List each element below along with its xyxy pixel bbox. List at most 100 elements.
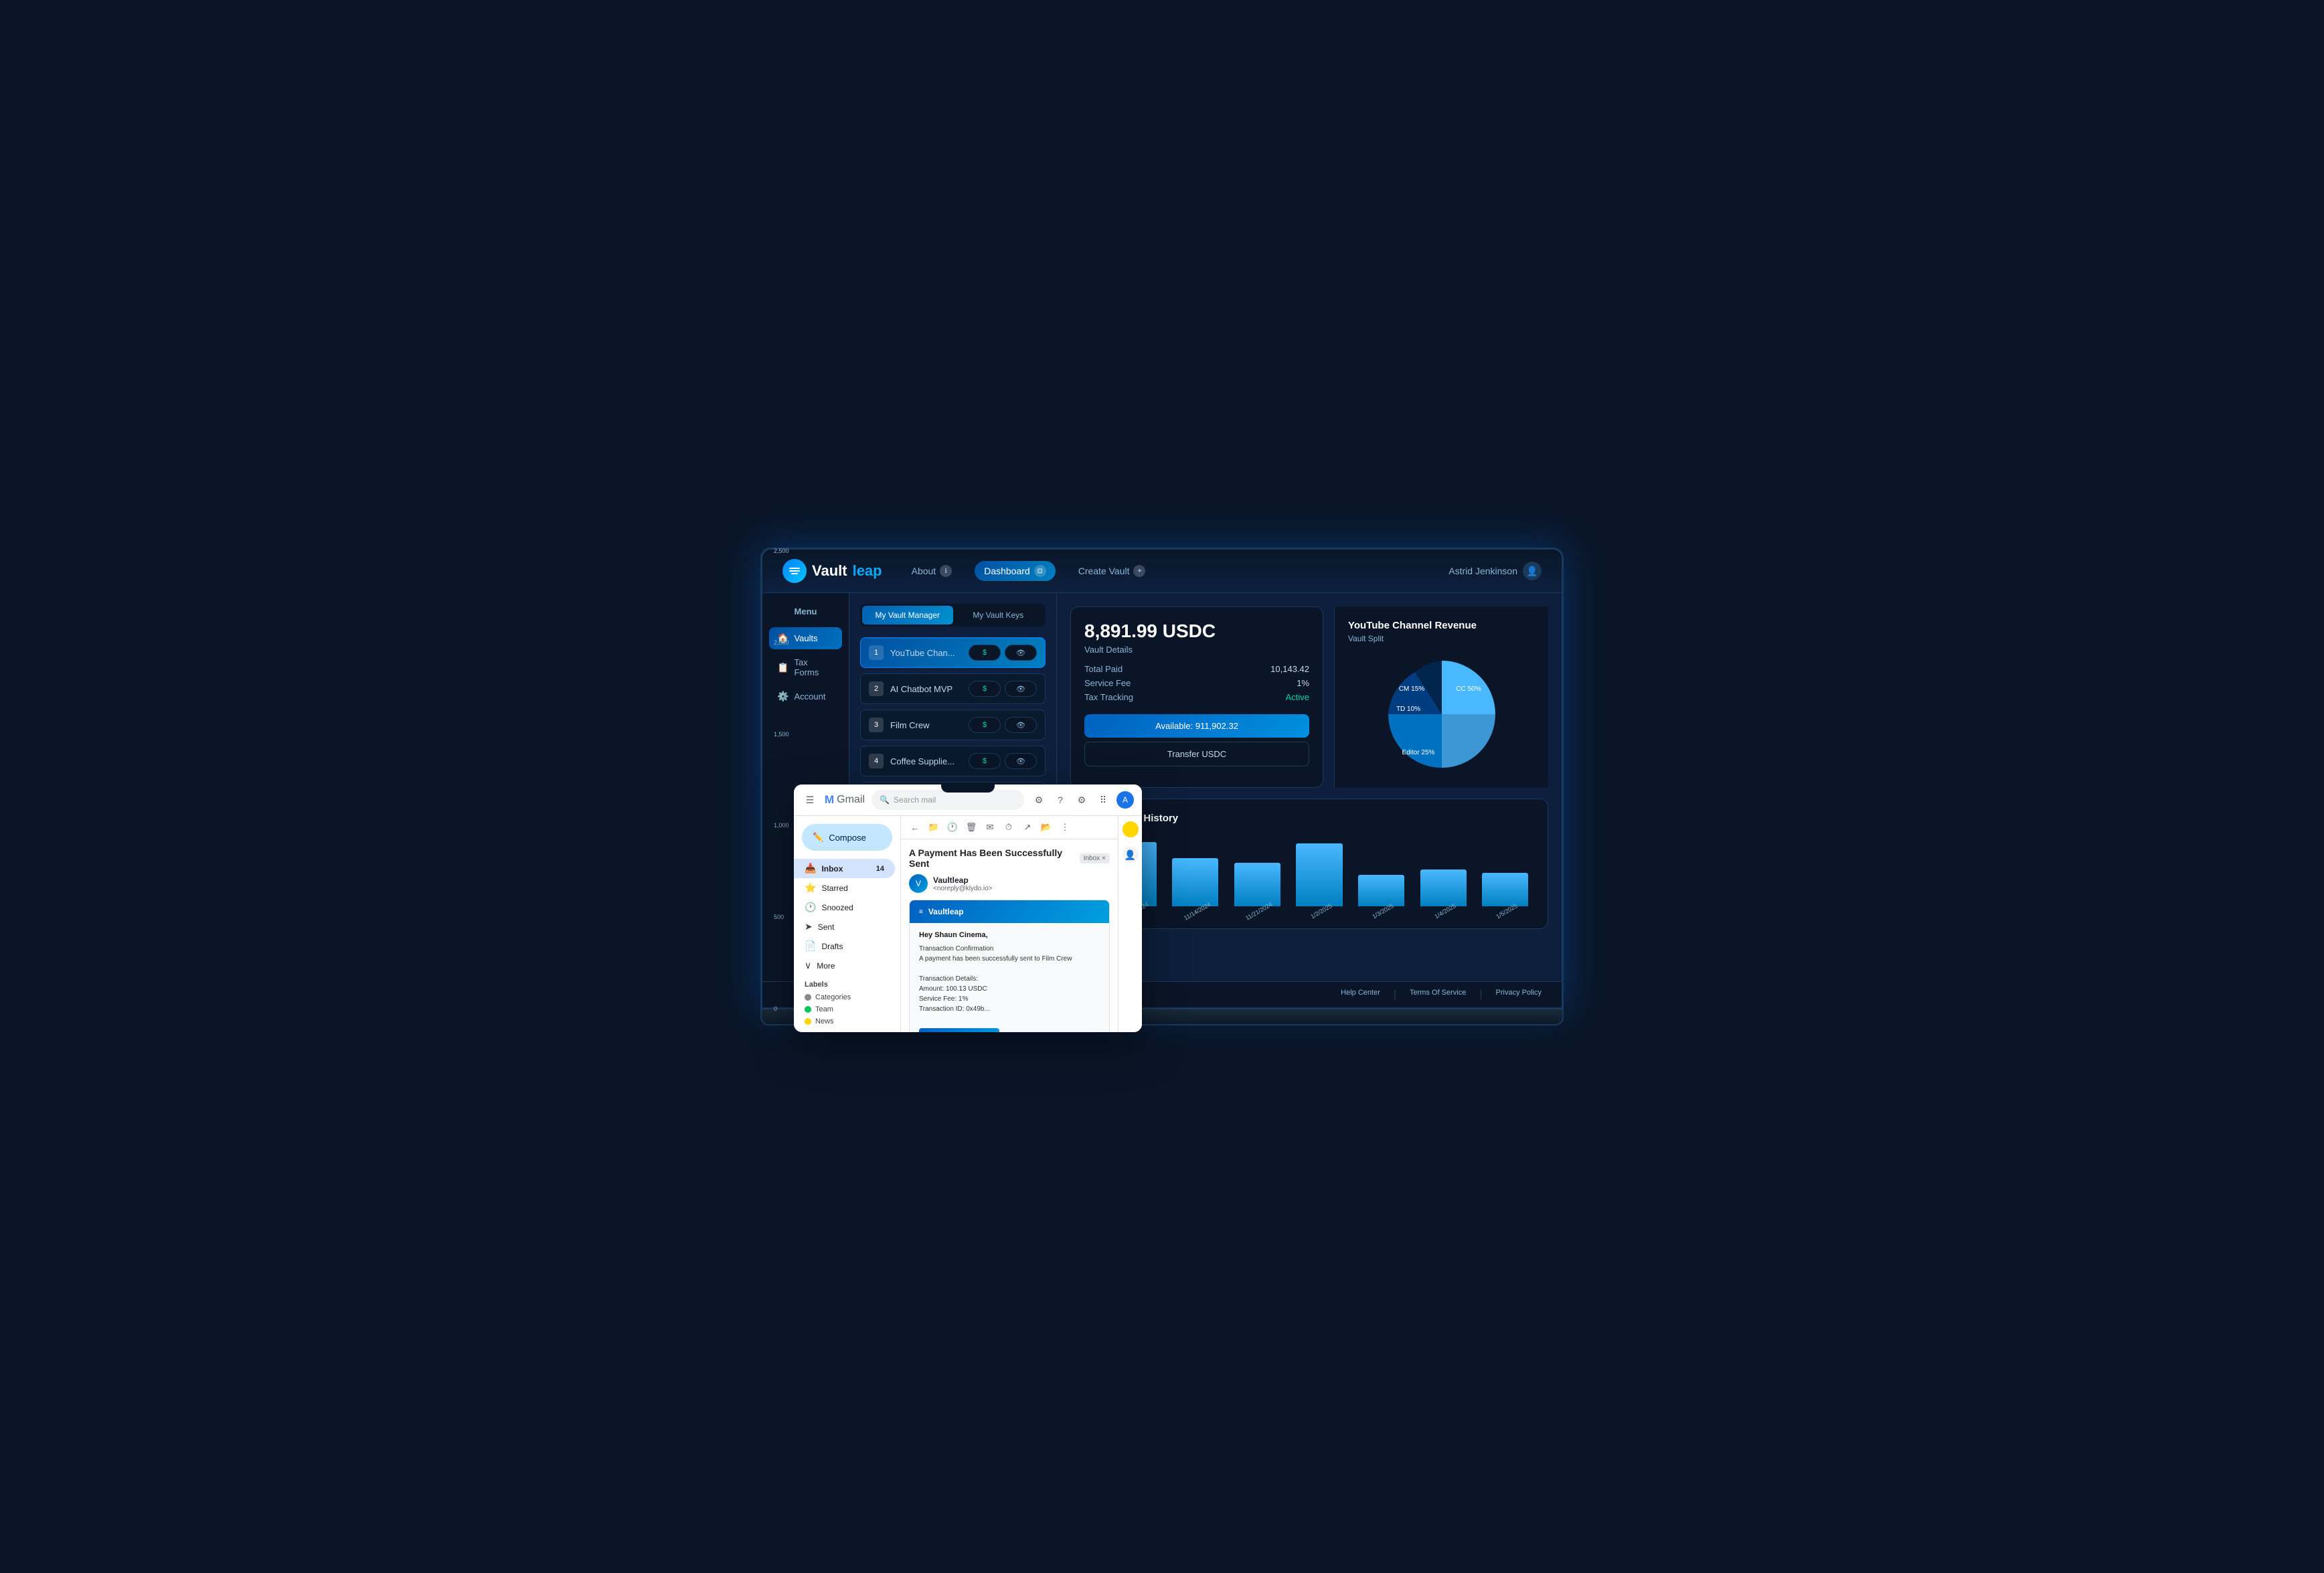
email-cta-button[interactable]: Go to My Dashboard xyxy=(919,1028,999,1033)
categories-dot xyxy=(805,994,811,1001)
logo-leap: leap xyxy=(853,562,882,580)
nav-create-vault[interactable]: Create Vault ✦ xyxy=(1069,561,1155,581)
hamburger-icon[interactable]: ☰ xyxy=(802,792,818,808)
top-row: 8,891.99 USDC Vault Details Total Paid 1… xyxy=(1070,606,1548,788)
transfer-button[interactable]: Transfer USDC xyxy=(1084,742,1309,766)
nav-about[interactable]: About ℹ xyxy=(902,561,962,581)
transaction-history-section: Transaction History 2,500 2,000 1,500 1,… xyxy=(1070,799,1548,929)
vault-eye-btn-4[interactable]: 👁 xyxy=(1005,753,1037,769)
vault-eye-btn-3[interactable]: 👁 xyxy=(1005,717,1037,733)
gmail-nav-inbox[interactable]: 📥 Inbox 14 xyxy=(794,859,895,878)
email-logo-icon: ≡ xyxy=(919,908,923,916)
email-body-preview: ≡ Vaultleap Hey Shaun Cinema, Transactio… xyxy=(909,900,1110,1032)
help-icon[interactable]: ? xyxy=(1052,792,1068,808)
label-categories[interactable]: Categories xyxy=(805,991,890,1003)
email-subject: A Payment Has Been Successfully Sent xyxy=(909,847,1074,869)
email-icon[interactable]: ✉ xyxy=(983,820,997,835)
drafts-icon: 📄 xyxy=(805,940,816,952)
vault-eye-btn-1[interactable]: 👁 xyxy=(1005,645,1037,661)
chart-title: YouTube Channel Revenue xyxy=(1348,620,1535,631)
email-body-content: Hey Shaun Cinema, Transaction Confirmati… xyxy=(910,923,1109,1032)
gmail-nav-drafts[interactable]: 📄 Drafts xyxy=(794,936,895,956)
sidebar-item-tax-forms[interactable]: 📋 Tax Forms xyxy=(769,652,842,683)
nav-create-vault-label: Create Vault xyxy=(1078,566,1130,576)
gmail-side-icon-2[interactable]: 👤 xyxy=(1123,847,1139,863)
delete-icon[interactable]: 🗑 xyxy=(964,820,979,835)
vault-name-2: AI Chatbot MVP xyxy=(890,684,962,694)
logo-icon xyxy=(782,559,807,583)
email-fee: Service Fee: 1% xyxy=(919,994,1100,1004)
tax-tracking-key: Tax Tracking xyxy=(1084,692,1133,702)
inbox-icon: 📥 xyxy=(805,863,816,874)
settings-icon[interactable]: ⚙ xyxy=(1074,792,1090,808)
footer-terms[interactable]: Terms Of Service xyxy=(1410,989,1466,1001)
bar-4 xyxy=(1358,875,1404,906)
clock-icon[interactable]: ⏱ xyxy=(1001,820,1016,835)
bars-container: 11/13/202411/14/202411/21/20241/2/20251/… xyxy=(1104,835,1534,915)
vault-item-3[interactable]: 3 Film Crew $ 👁 xyxy=(860,710,1046,740)
vault-details-card: 8,891.99 USDC Vault Details Total Paid 1… xyxy=(1070,606,1323,788)
compose-button[interactable]: ✏️ Compose xyxy=(802,824,892,851)
available-button[interactable]: Available: 911,902.32 xyxy=(1084,714,1309,738)
vault-item-4[interactable]: 4 Coffee Supplie... $ 👁 xyxy=(860,746,1046,776)
label-news-text: News xyxy=(815,1017,834,1025)
gmail-avatar[interactable]: A xyxy=(1116,791,1134,809)
app-logo: Vaultleap xyxy=(782,559,882,583)
gmail-overlay: ☰ M Gmail 🔍 Search mail ⚙ ? ⚙ ⠿ A ✏️ xyxy=(794,784,1142,1032)
compose-icon: ✏️ xyxy=(813,832,823,843)
total-paid-val: 10,143.42 xyxy=(1270,664,1309,674)
nav-dashboard[interactable]: Dashboard ⊡ xyxy=(975,561,1056,581)
gmail-nav-more[interactable]: ∨ More xyxy=(794,956,895,975)
filter-icon[interactable]: ⚙ xyxy=(1031,792,1047,808)
nav-items: About ℹ Dashboard ⊡ Create Vault ✦ xyxy=(902,561,1429,581)
user-area[interactable]: Astrid Jenkinson 👤 xyxy=(1448,562,1542,580)
search-bar[interactable]: 🔍 Search mail xyxy=(872,790,1024,810)
sender-row: V Vaultleap <noreply@klydo.io> xyxy=(909,874,1110,893)
gmail-nav-starred[interactable]: ⭐ Starred xyxy=(794,878,895,898)
snooze-icon[interactable]: 🕐 xyxy=(945,820,960,835)
compose-label: Compose xyxy=(829,833,866,843)
gmail-nav-snoozed[interactable]: 🕐 Snoozed xyxy=(794,898,895,917)
apps-icon[interactable]: ⠿ xyxy=(1095,792,1111,808)
vaults-icon: 🏠 xyxy=(777,633,788,644)
drafts-label: Drafts xyxy=(821,942,843,951)
sidebar-item-account[interactable]: ⚙️ Account xyxy=(769,685,842,708)
back-icon[interactable]: ← xyxy=(908,820,922,835)
vault-name-3: Film Crew xyxy=(890,720,962,730)
bar-2 xyxy=(1234,863,1280,906)
footer-sep-2: | xyxy=(1479,989,1482,1001)
inbox-tag-close[interactable]: × xyxy=(1102,855,1106,862)
sidebar-item-vaults[interactable]: 🏠 Vaults xyxy=(769,627,842,649)
gmail-side-icon-1[interactable] xyxy=(1123,821,1139,837)
tab-vault-manager[interactable]: My Vault Manager xyxy=(862,606,953,625)
sidebar-label-vaults: Vaults xyxy=(794,633,817,643)
dashboard-icon: ⊡ xyxy=(1034,565,1046,577)
snoozed-label: Snoozed xyxy=(821,903,853,912)
vault-dollar-btn-1[interactable]: $ xyxy=(969,645,1001,661)
more-label: More xyxy=(817,961,835,971)
vault-item-1[interactable]: 1 YouTube Chan... $ 👁 xyxy=(860,637,1046,668)
vault-num-4: 4 xyxy=(869,754,884,768)
vault-eye-btn-2[interactable]: 👁 xyxy=(1005,681,1037,697)
label-team[interactable]: Team xyxy=(805,1003,890,1015)
archive-icon[interactable]: 📁 xyxy=(926,820,941,835)
footer-privacy[interactable]: Privacy Policy xyxy=(1496,989,1542,1001)
vault-item-2[interactable]: 2 AI Chatbot MVP $ 👁 xyxy=(860,673,1046,704)
inbox-tag-text: Inbox xyxy=(1084,855,1100,862)
folder-icon[interactable]: 📂 xyxy=(1039,820,1054,835)
tab-vault-keys[interactable]: My Vault Keys xyxy=(953,606,1044,625)
bar-1 xyxy=(1172,858,1218,906)
vault-dollar-btn-2[interactable]: $ xyxy=(969,681,1001,697)
vault-dollar-btn-3[interactable]: $ xyxy=(969,717,1001,733)
more-options-icon[interactable]: ⋮ xyxy=(1058,820,1072,835)
gmail-nav-sent[interactable]: ➤ Sent xyxy=(794,917,895,936)
nav-dashboard-label: Dashboard xyxy=(984,566,1030,576)
labels-title: Labels xyxy=(805,981,890,989)
service-fee-row: Service Fee 1% xyxy=(1084,678,1309,688)
label-news[interactable]: News xyxy=(805,1015,890,1027)
move-icon[interactable]: ↗ xyxy=(1020,820,1035,835)
bar-6 xyxy=(1482,873,1528,906)
vault-dollar-btn-4[interactable]: $ xyxy=(969,753,1001,769)
vault-balance: 8,891.99 USDC xyxy=(1084,620,1309,642)
footer-help[interactable]: Help Center xyxy=(1341,989,1380,1001)
